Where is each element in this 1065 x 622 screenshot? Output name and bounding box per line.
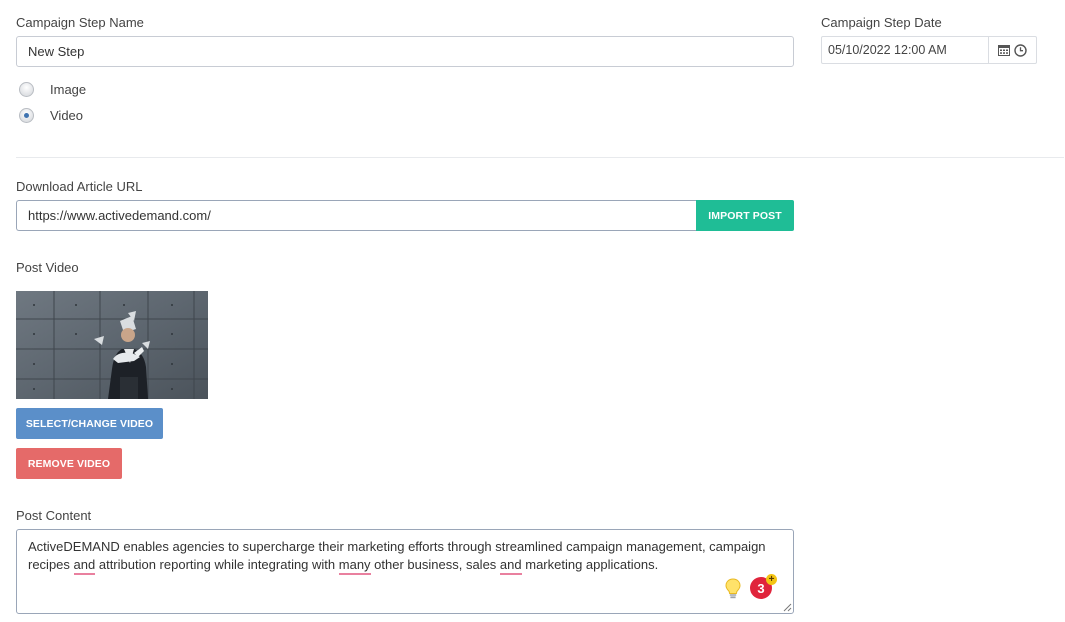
- resize-handle-icon[interactable]: [783, 603, 792, 612]
- calendar-icon: [998, 45, 1010, 56]
- post-content-label: Post Content: [16, 508, 92, 523]
- step-name-input[interactable]: [16, 36, 794, 67]
- flagged-word[interactable]: and: [499, 557, 522, 575]
- flagged-word[interactable]: many: [338, 557, 371, 575]
- post-content-text[interactable]: ActiveDEMAND enables agencies to superch…: [28, 538, 788, 575]
- article-url-label: Download Article URL: [16, 179, 143, 194]
- radio-video-label: Video: [50, 108, 84, 123]
- step-date-label: Campaign Step Date: [821, 15, 942, 30]
- lightbulb-icon[interactable]: [725, 578, 741, 600]
- radio-image[interactable]: Image: [19, 82, 86, 97]
- content-segment: other business, sales: [370, 557, 500, 572]
- step-date-picker: [821, 36, 1037, 64]
- post-video-label: Post Video: [16, 260, 79, 275]
- select-change-video-button[interactable]: SELECT/CHANGE VIDEO: [16, 408, 163, 439]
- video-thumbnail[interactable]: [16, 291, 208, 399]
- step-date-input[interactable]: [822, 37, 988, 63]
- clock-icon: [1014, 43, 1027, 57]
- grammar-badge-plus-icon: +: [766, 574, 777, 585]
- remove-video-button[interactable]: REMOVE VIDEO: [16, 448, 122, 479]
- radio-image-label: Image: [50, 82, 87, 97]
- date-time-picker-button[interactable]: [988, 37, 1036, 63]
- content-segment: marketing applications.: [521, 557, 659, 572]
- post-content-textarea[interactable]: ActiveDEMAND enables agencies to superch…: [16, 529, 794, 614]
- article-url-input[interactable]: [16, 200, 696, 231]
- article-url-group: IMPORT POST: [16, 200, 794, 231]
- import-post-button[interactable]: IMPORT POST: [696, 200, 794, 231]
- flagged-word[interactable]: and: [73, 557, 96, 575]
- section-divider: [16, 157, 1064, 158]
- step-name-label: Campaign Step Name: [16, 15, 144, 30]
- radio-video-control[interactable]: [19, 108, 34, 123]
- video-thumbnail-image: [16, 291, 208, 399]
- radio-image-control[interactable]: [19, 82, 34, 97]
- radio-video[interactable]: Video: [19, 108, 83, 123]
- content-segment: attribution reporting while integrating …: [95, 557, 339, 572]
